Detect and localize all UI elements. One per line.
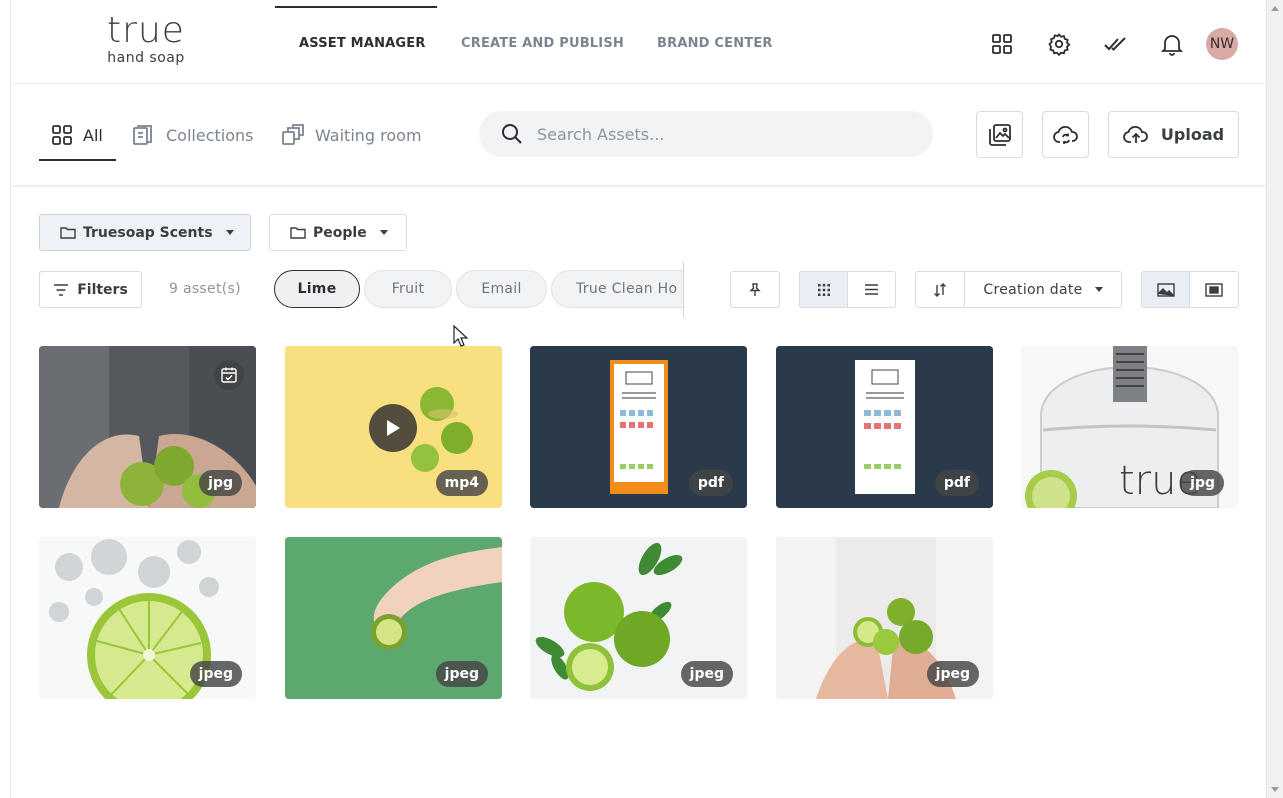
sort-field-dropdown[interactable]: Creation date [964, 271, 1122, 308]
chevron-down-icon [225, 230, 234, 235]
asset-manager-app: true hand soap ASSET MANAGER CREATE AND … [10, 0, 1267, 798]
fit-thumbnail-button[interactable] [1189, 271, 1239, 308]
image-library-button[interactable] [976, 111, 1023, 158]
collections-icon [133, 125, 152, 145]
folder-dropdown-truesoap-scents[interactable]: Truesoap Scents [39, 214, 251, 251]
grid-icon [52, 125, 72, 145]
chips-scroll-divider [683, 262, 684, 318]
sort-direction-button[interactable] [915, 271, 965, 308]
subtab-waiting-room[interactable]: Waiting room [281, 123, 422, 147]
cloud-sync-icon [1052, 125, 1078, 144]
apps-grid-icon[interactable] [988, 30, 1016, 58]
top-header: true hand soap ASSET MANAGER CREATE AND … [11, 0, 1267, 84]
topnav-asset-manager[interactable]: ASSET MANAGER [299, 36, 426, 51]
asset-card[interactable]: pdf [530, 346, 747, 508]
upload-button[interactable]: Upload [1108, 111, 1239, 158]
chip-lime[interactable]: Lime [274, 270, 360, 308]
double-check-icon[interactable] [1101, 30, 1129, 58]
chip-true-clean-home[interactable]: True Clean Ho [551, 270, 684, 308]
file-type-badge: jpeg [435, 661, 488, 687]
file-type-badge: jpg [1181, 470, 1224, 496]
subtab-collections[interactable]: Collections [132, 123, 253, 147]
cloud-sync-button[interactable] [1042, 111, 1089, 158]
search-bar[interactable] [479, 111, 933, 157]
chip-fruit[interactable]: Fruit [364, 270, 452, 308]
folder-icon [290, 227, 306, 239]
list-view-button[interactable] [847, 271, 896, 308]
asset-card[interactable]: jpeg [530, 537, 747, 699]
chip-email[interactable]: Email [456, 270, 547, 308]
asset-card[interactable]: jpeg [39, 537, 256, 699]
folder-dropdown-label: Truesoap Scents [83, 224, 213, 241]
pin-icon [749, 282, 761, 296]
file-type-badge: jpeg [189, 661, 242, 687]
asset-card[interactable]: jpg [39, 346, 256, 508]
image-fill-icon [1156, 282, 1175, 297]
file-type-badge: jpeg [926, 661, 979, 687]
mouse-cursor [453, 325, 469, 347]
sort-arrows-icon [934, 282, 946, 297]
file-type-badge: mp4 [435, 470, 488, 496]
waiting-room-icon [282, 124, 304, 145]
file-type-badge: pdf [934, 470, 979, 496]
file-type-badge: jpg [199, 470, 242, 496]
list-icon [865, 284, 878, 295]
grid-view-button[interactable] [799, 271, 848, 308]
asset-card[interactable]: pdf [776, 346, 993, 508]
upload-button-label: Upload [1160, 125, 1225, 144]
logo-word: true [107, 10, 185, 51]
cloud-upload-icon [1123, 125, 1148, 143]
fill-thumbnail-button[interactable] [1141, 271, 1190, 308]
asset-count: 9 asset(s) [169, 281, 241, 297]
file-type-badge: pdf [688, 470, 733, 496]
topnav-brand-center[interactable]: BRAND CENTER [657, 36, 773, 51]
scroll-up-arrow-icon[interactable] [1271, 6, 1279, 11]
play-icon[interactable] [369, 404, 417, 452]
subtab-active-indicator [39, 159, 116, 161]
asset-card[interactable]: jpeg [285, 537, 502, 699]
asset-card[interactable]: true jpg [1021, 346, 1238, 508]
scheduled-icon[interactable] [214, 360, 244, 390]
asset-card[interactable]: jpeg [776, 537, 993, 699]
asset-card[interactable]: mp4 [285, 346, 502, 508]
image-stack-icon [988, 123, 1011, 146]
search-input[interactable] [537, 124, 897, 144]
sort-field-label: Creation date [983, 281, 1083, 298]
chevron-down-icon [1094, 287, 1103, 292]
scroll-down-arrow-icon[interactable] [1271, 787, 1279, 792]
subtab-collections-label: Collections [166, 125, 254, 145]
gear-icon[interactable] [1045, 30, 1073, 58]
search-icon [502, 124, 522, 144]
folder-dropdown-label: People [313, 224, 367, 241]
brand-logo[interactable]: true hand soap [101, 12, 191, 72]
filters-button[interactable]: Filters [39, 271, 142, 308]
vertical-scrollbar[interactable] [1266, 0, 1283, 798]
asset-toolbar: All Collections Waiting room Search Asse… [11, 85, 1267, 187]
topnav-active-indicator [275, 6, 437, 8]
bell-icon[interactable] [1158, 30, 1186, 58]
file-type-badge: jpeg [680, 661, 733, 687]
user-avatar[interactable]: NW [1206, 28, 1238, 60]
filter-lines-icon [54, 283, 69, 296]
subtab-all[interactable]: All [51, 123, 103, 147]
subtab-all-label: All [83, 125, 103, 145]
tag-chips: Lime Fruit Email True Clean Ho [273, 270, 684, 309]
pin-button[interactable] [730, 271, 780, 308]
logo-subtitle: hand soap [107, 50, 185, 66]
folder-icon [60, 227, 76, 239]
subtab-waiting-room-label: Waiting room [315, 125, 422, 145]
folder-dropdown-people[interactable]: People [269, 214, 407, 251]
chevron-down-icon [379, 230, 388, 235]
filters-label: Filters [77, 281, 128, 298]
image-fit-icon [1205, 282, 1223, 297]
topnav-create-and-publish[interactable]: CREATE AND PUBLISH [461, 36, 624, 51]
dots-grid-icon [817, 283, 830, 296]
